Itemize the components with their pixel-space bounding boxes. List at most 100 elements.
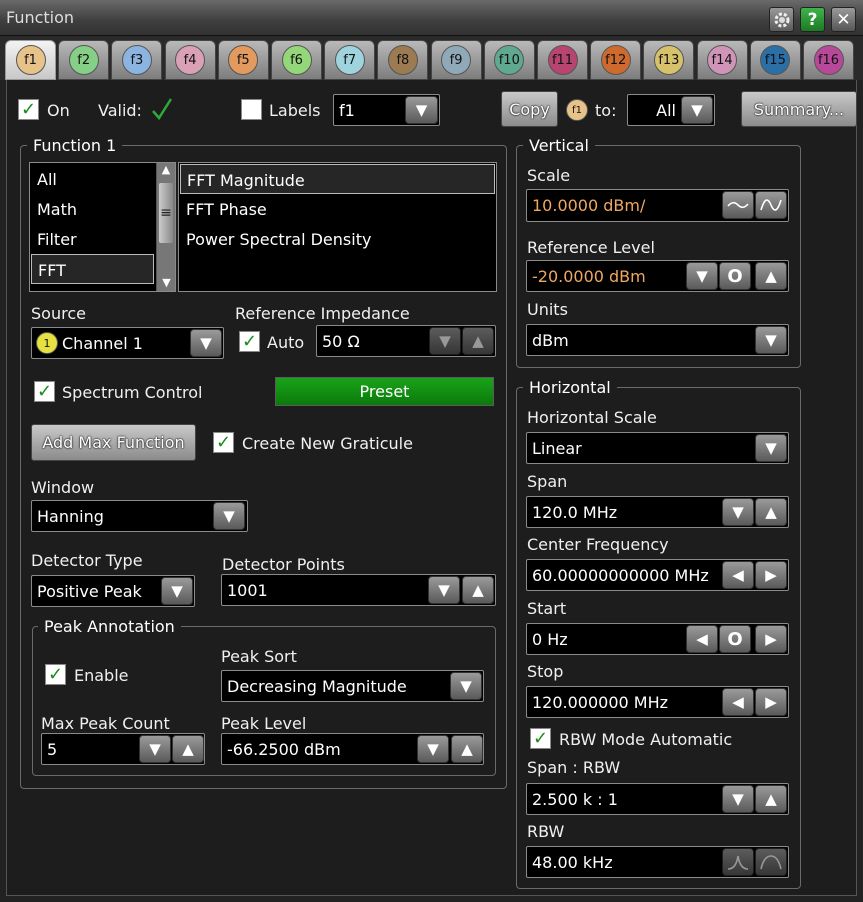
- vertical-group-title: Vertical: [523, 136, 595, 155]
- scroll-up-icon[interactable]: ▲: [157, 163, 175, 183]
- hscale-select[interactable]: Linear: [526, 432, 789, 464]
- category-item[interactable]: FFT: [31, 254, 154, 284]
- tab-label: f9: [449, 52, 463, 68]
- ref-level-up-icon[interactable]: ▲: [755, 262, 787, 290]
- ref-imp-value: 50 Ω: [322, 331, 360, 351]
- tab-f12[interactable]: f12: [590, 40, 642, 80]
- tab-f7[interactable]: f7: [324, 40, 376, 80]
- hscale-dropdown-icon[interactable]: ▼: [755, 434, 787, 462]
- tab-f13[interactable]: f13: [643, 40, 695, 80]
- tab-label: f3: [130, 52, 144, 68]
- tab-f8[interactable]: f8: [377, 40, 429, 80]
- tab-label: f10: [498, 52, 520, 68]
- operator-item[interactable]: Power Spectral Density: [180, 224, 495, 254]
- tab-f3[interactable]: f3: [111, 40, 163, 80]
- category-item[interactable]: All: [31, 164, 154, 194]
- span-rbw-down-icon[interactable]: ▼: [722, 785, 754, 813]
- ref-level-down-icon[interactable]: ▼: [686, 262, 718, 290]
- scroll-down-icon[interactable]: ▼: [157, 276, 176, 289]
- source-dropdown-icon[interactable]: ▼: [190, 329, 222, 357]
- tab-badge: f3: [121, 45, 152, 75]
- stop-right-icon[interactable]: ▶: [755, 688, 787, 716]
- tab-f14[interactable]: f14: [696, 40, 748, 80]
- center-freq-left-icon[interactable]: ◀: [722, 561, 754, 589]
- close-icon[interactable]: ✕: [831, 7, 856, 32]
- add-max-function-button[interactable]: Add Max Function: [31, 424, 196, 461]
- rbw-auto-checkbox[interactable]: ✓: [530, 728, 551, 749]
- to-label: to:: [595, 101, 617, 120]
- start-left-icon[interactable]: ◀: [686, 625, 718, 653]
- tab-f9[interactable]: f9: [430, 40, 482, 80]
- on-checkbox[interactable]: ✓: [18, 99, 39, 120]
- tab-badge: f13: [653, 45, 684, 75]
- gear-icon[interactable]: [769, 7, 794, 32]
- category-scrollbar[interactable]: ▲ ≡ ▼: [156, 163, 175, 291]
- ref-imp-up-icon: ▲: [462, 327, 494, 355]
- peak-sort-dropdown-icon[interactable]: ▼: [450, 672, 482, 700]
- tab-f16[interactable]: f16: [803, 40, 854, 80]
- preset-button[interactable]: Preset: [275, 377, 494, 406]
- help-icon[interactable]: ?: [800, 7, 825, 32]
- scroll-thumb[interactable]: ≡: [159, 183, 173, 243]
- peak-level-up-icon[interactable]: ▲: [451, 735, 483, 763]
- operator-item[interactable]: FFT Phase: [180, 194, 495, 224]
- detector-type-value: Positive Peak: [37, 581, 142, 601]
- scale-fine-icon[interactable]: [722, 191, 754, 219]
- tab-f15[interactable]: f15: [749, 40, 801, 80]
- horizontal-group-title: Horizontal: [523, 378, 617, 397]
- window-title: Function: [6, 8, 75, 27]
- peak-level-value: -66.2500 dBm: [227, 739, 341, 759]
- rbw-value: 48.00 kHz: [532, 852, 613, 872]
- peak-enable-checkbox[interactable]: ✓: [45, 664, 66, 685]
- span-up-icon[interactable]: ▲: [755, 498, 787, 526]
- units-select[interactable]: dBm: [526, 324, 789, 356]
- tab-badge: f11: [547, 45, 578, 75]
- span-rbw-up-icon[interactable]: ▲: [755, 785, 787, 813]
- center-freq-value: 60.00000000000 MHz: [532, 565, 709, 585]
- labels-dropdown-icon[interactable]: ▼: [405, 96, 438, 124]
- tab-label: f8: [396, 52, 410, 68]
- window-label: Window: [31, 478, 95, 497]
- peak-level-down-icon[interactable]: ▼: [417, 735, 449, 763]
- span-rbw-label: Span : RBW: [527, 758, 621, 777]
- ref-level-zero-icon[interactable]: O: [719, 262, 751, 290]
- center-freq-right-icon[interactable]: ▶: [755, 561, 787, 589]
- tab-f2[interactable]: f2: [58, 40, 110, 80]
- category-item[interactable]: Filter: [31, 224, 154, 254]
- auto-checkbox[interactable]: ✓: [239, 331, 260, 352]
- source-value: Channel 1: [62, 333, 143, 353]
- create-graticule-checkbox[interactable]: ✓: [213, 432, 234, 453]
- max-peak-count-down-icon[interactable]: ▼: [139, 735, 171, 763]
- tab-f5[interactable]: f5: [217, 40, 269, 80]
- copy-button[interactable]: Copy: [501, 91, 558, 127]
- summary-button[interactable]: Summary...: [741, 91, 857, 127]
- tab-f10[interactable]: f10: [483, 40, 535, 80]
- span-down-icon[interactable]: ▼: [722, 498, 754, 526]
- labels-checkbox[interactable]: [241, 99, 262, 120]
- tab-f6[interactable]: f6: [271, 40, 322, 80]
- category-item[interactable]: Math: [31, 194, 154, 224]
- tab-label: f6: [290, 52, 303, 68]
- span-value: 120.0 MHz: [532, 502, 618, 522]
- tab-label: f15: [764, 52, 786, 68]
- detector-type-label: Detector Type: [31, 551, 143, 570]
- operator-item[interactable]: FFT Magnitude: [180, 164, 495, 194]
- window-dropdown-icon[interactable]: ▼: [213, 502, 245, 530]
- detector-type-dropdown-icon[interactable]: ▼: [161, 577, 193, 605]
- detector-points-down-icon[interactable]: ▼: [428, 576, 460, 604]
- tab-f4[interactable]: f4: [164, 40, 216, 80]
- auto-label: Auto: [267, 333, 305, 352]
- start-right-icon[interactable]: ▶: [755, 625, 787, 653]
- peak-sort-select[interactable]: Decreasing Magnitude: [221, 670, 484, 702]
- spectrum-control-checkbox[interactable]: ✓: [34, 381, 55, 402]
- copy-to-dropdown-icon[interactable]: ▼: [681, 96, 713, 124]
- stop-left-icon[interactable]: ◀: [722, 688, 754, 716]
- tab-f1[interactable]: f1: [5, 40, 56, 80]
- units-dropdown-icon[interactable]: ▼: [755, 326, 787, 354]
- detector-points-up-icon[interactable]: ▲: [462, 576, 494, 604]
- max-peak-count-up-icon[interactable]: ▲: [172, 735, 204, 763]
- scale-coarse-icon[interactable]: [755, 191, 787, 219]
- start-zero-icon[interactable]: O: [719, 625, 751, 653]
- tab-badge: f8: [387, 45, 418, 75]
- tab-f11[interactable]: f11: [537, 40, 588, 80]
